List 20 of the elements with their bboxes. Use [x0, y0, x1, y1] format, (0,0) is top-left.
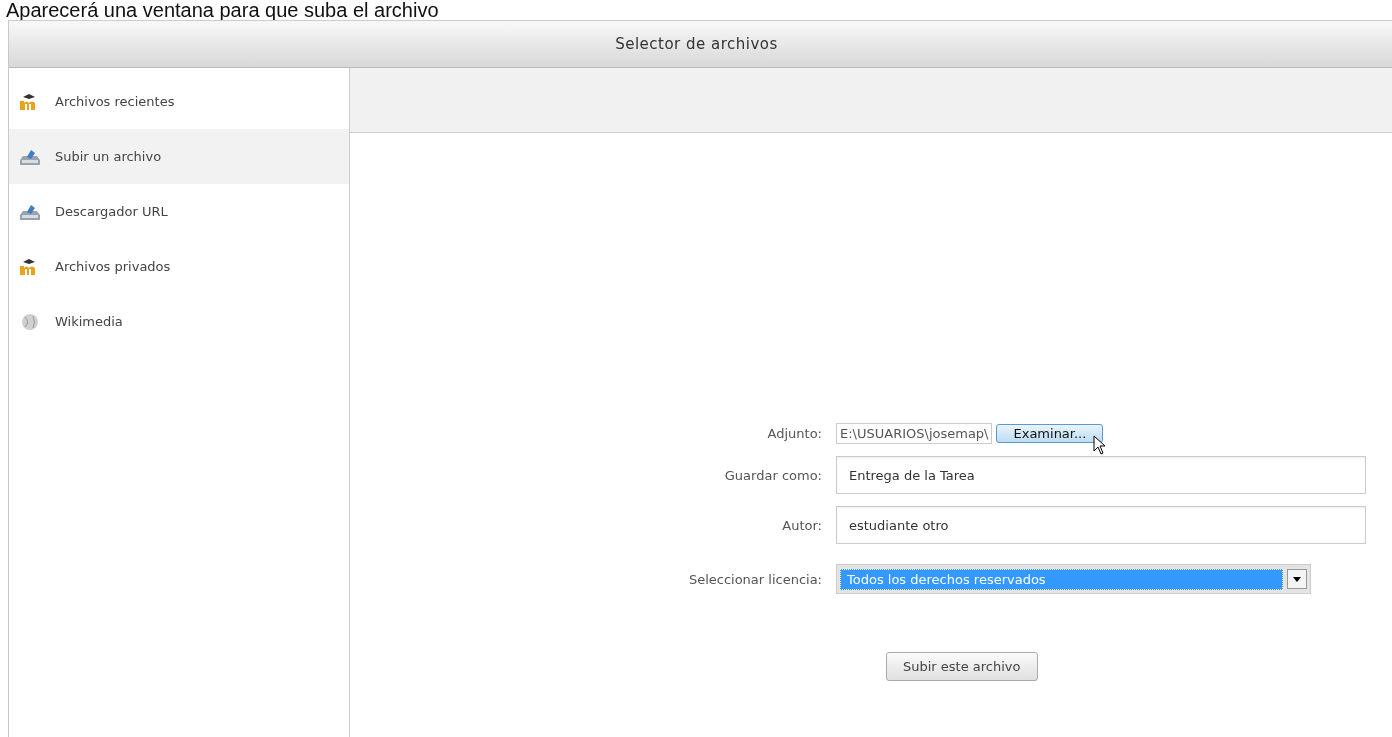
globe-icon [19, 312, 41, 331]
upload-tray-icon [19, 202, 41, 221]
field-label: Adjunto: [767, 426, 822, 441]
dropdown-arrow-icon [1293, 576, 1301, 582]
text-field[interactable]: estudiante otro [836, 506, 1366, 544]
field-label: Seleccionar licencia: [688, 571, 822, 587]
sidebar-item[interactable]: Archivos recientes [9, 74, 349, 129]
caption-text: Aparecerá una ventana para que suba el archivo [5, 0, 440, 20]
sidebar-item[interactable]: Wikimedia [9, 294, 349, 349]
upload-button[interactable]: Subir este archivo [886, 652, 1038, 681]
field-label: Guardar como: [724, 467, 822, 483]
sidebar-item[interactable]: Archivos privados [9, 239, 349, 294]
file-path-field[interactable]: E:\USUARIOS\josemap\ [836, 423, 993, 444]
field-label: Autor: [782, 517, 822, 533]
sidebar-item[interactable]: Subir un archivo [9, 129, 349, 184]
mouse-cursor-icon [1093, 435, 1108, 455]
window-title: Selector de archivos [615, 35, 778, 53]
upload-tray-icon [19, 147, 41, 166]
text-field[interactable]: Entrega de la Tarea [836, 456, 1366, 494]
sidebar-item[interactable]: Descargador URL [9, 184, 349, 239]
